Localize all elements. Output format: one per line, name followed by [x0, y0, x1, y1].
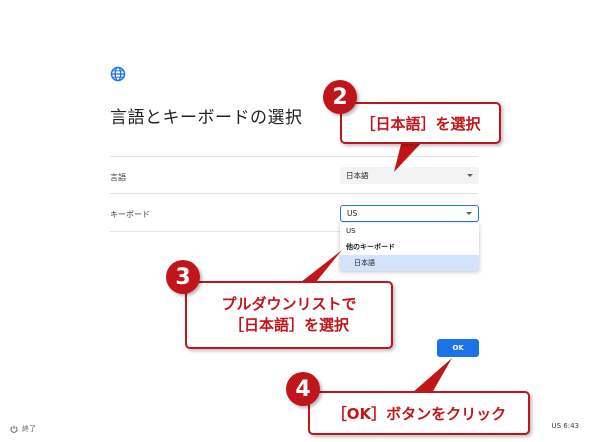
language-select[interactable]: 日本語 [340, 167, 479, 184]
shutdown-button[interactable]: 終了 [10, 424, 36, 434]
keyboard-select-value: US [347, 209, 358, 218]
step-badge-4: 4 [286, 372, 320, 406]
callout-step-4-text: ［OK］ボタンをクリック [331, 404, 507, 423]
callout-step-2-text: ［日本語］を選択 [360, 114, 481, 133]
language-select-value: 日本語 [346, 171, 369, 180]
dropdown-group-header: 他のキーボード [346, 243, 395, 251]
chevron-down-icon [467, 174, 473, 177]
dropdown-option-japanese[interactable]: 日本語 [340, 255, 479, 271]
callout-step-2: ［日本語］を選択 [340, 102, 501, 144]
keyboard-select[interactable]: US [340, 205, 479, 222]
dropdown-option-us[interactable]: US [340, 223, 479, 239]
callout4-pointer [412, 358, 452, 393]
language-label: 言語 [110, 173, 126, 182]
status-tray[interactable]: US 6:43 [551, 422, 579, 430]
callout-step-3-line2: ［日本語］を選択 [228, 316, 349, 334]
step-badge-3: 3 [166, 260, 200, 294]
keyboard-label: キーボード [110, 210, 150, 219]
power-icon [10, 425, 18, 433]
ok-button[interactable]: OK [437, 339, 479, 357]
divider [110, 156, 478, 157]
shutdown-label: 終了 [22, 425, 36, 433]
callout-step-4: ［OK］ボタンをクリック [308, 391, 530, 435]
chevron-down-icon [466, 212, 472, 215]
keyboard-dropdown-list: US 他のキーボード 日本語 [340, 223, 479, 271]
callout-step-3: プルダウンリストで ［日本語］を選択 [185, 281, 393, 349]
globe-icon [110, 66, 126, 82]
divider [110, 193, 478, 194]
page-title: 言語とキーボードの選択 [110, 108, 303, 128]
callout-step-3-line1: プルダウンリストで [221, 295, 357, 313]
step-badge-2: 2 [323, 80, 357, 114]
